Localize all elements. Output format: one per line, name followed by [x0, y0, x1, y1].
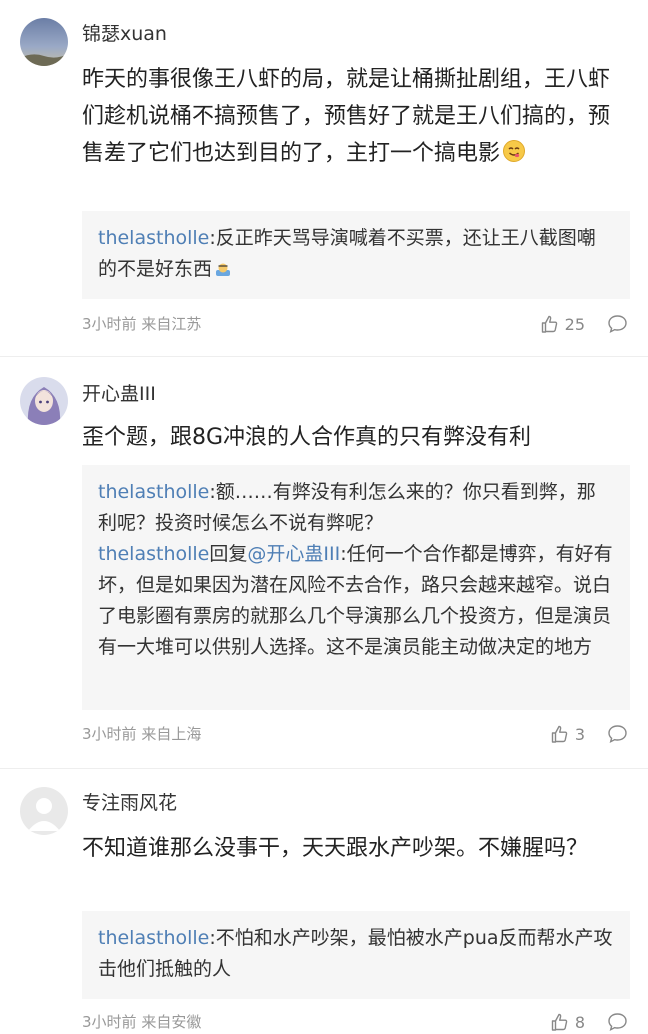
- thumbs-up-icon: [541, 315, 557, 333]
- yummy-face-emoji-icon: [502, 138, 526, 175]
- timestamp: 3小时前: [82, 725, 137, 743]
- location: 来自安徽: [141, 1013, 202, 1031]
- comment-actions: 25: [540, 312, 628, 336]
- thumbs-up-icon: [551, 1013, 568, 1031]
- reply-box[interactable]: thelastholle:反正昨天骂导演喊着不买票，还让王八截图嘲的不是好东西: [82, 211, 630, 299]
- reply-item[interactable]: thelastholle回复@开心蛊III:任何一个合作都是博弈，有好有坏，但是…: [98, 539, 614, 663]
- comment-actions: 3: [550, 722, 628, 746]
- reply-box[interactable]: thelastholle:不怕和水产吵架，最怕被水产pua反而帮水产攻击他们抵触…: [82, 911, 630, 999]
- like-button[interactable]: 3: [550, 724, 585, 744]
- comment-bubble-icon[interactable]: [607, 724, 628, 744]
- username[interactable]: 开心蛊III: [82, 381, 156, 407]
- comment-text: 歪个题，跟8G冲浪的人合作真的只有弊没有利: [82, 425, 532, 450]
- like-button[interactable]: 25: [540, 314, 585, 334]
- comment-bubble-icon[interactable]: [607, 314, 628, 334]
- reply-username[interactable]: thelastholle: [98, 543, 209, 565]
- comment-item: 专注雨风花 不知道谁那么没事干，天天跟水产吵架。不嫌腥吗？ thelasthol…: [0, 769, 648, 1032]
- comment-meta: 3小时前 来自江苏: [82, 314, 201, 334]
- username[interactable]: 专注雨风花: [82, 790, 177, 816]
- reply-item[interactable]: thelastholle:反正昨天骂导演喊着不买票，还让王八截图嘲的不是好东西: [98, 223, 614, 288]
- comment-meta: 3小时前 来自安徽: [82, 1012, 201, 1032]
- comment-text: 昨天的事很像王八虾的局，就是让桶撕扯剧组，王八虾们趁机说桶不搞预售了，预售好了就…: [82, 61, 630, 175]
- thumbs-up-icon: [551, 725, 568, 743]
- reply-username[interactable]: thelastholle: [98, 927, 209, 949]
- reply-item[interactable]: thelastholle:不怕和水产吵架，最怕被水产pua反而帮水产攻击他们抵触…: [98, 923, 614, 985]
- like-count: 8: [574, 1012, 585, 1032]
- reply-username[interactable]: thelastholle: [98, 227, 209, 249]
- comment-item: 开心蛊III 歪个题，跟8G冲浪的人合作真的只有弊没有利 thelastholl…: [0, 357, 648, 768]
- like-count: 3: [574, 724, 585, 744]
- avatar[interactable]: [20, 787, 68, 835]
- location: 来自上海: [141, 725, 202, 743]
- reply-box[interactable]: thelastholle:额……有弊没有利怎么来的？你只看到弊，那利呢？投资时候…: [82, 465, 630, 710]
- timestamp: 3小时前: [82, 1013, 137, 1031]
- location: 来自江苏: [141, 315, 202, 333]
- reply-word: 回复: [209, 543, 248, 565]
- comment-bubble-icon[interactable]: [607, 1012, 628, 1032]
- like-count: 25: [564, 314, 585, 334]
- comment-actions: 8: [550, 1010, 628, 1034]
- reply-username[interactable]: thelastholle: [98, 481, 209, 503]
- comment-item: 锦瑟xuan 昨天的事很像王八虾的局，就是让桶撕扯剧组，王八虾们趁机说桶不搞预售…: [0, 0, 648, 357]
- bowing-emoji-icon: [214, 257, 232, 288]
- like-button[interactable]: 8: [550, 1012, 585, 1032]
- reply-item[interactable]: thelastholle:额……有弊没有利怎么来的？你只看到弊，那利呢？投资时候…: [98, 477, 614, 539]
- avatar[interactable]: [20, 18, 68, 66]
- mention-link[interactable]: @开心蛊III: [247, 543, 340, 565]
- avatar[interactable]: [20, 377, 68, 425]
- comment-text: 不知道谁那么没事干，天天跟水产吵架。不嫌腥吗？: [82, 836, 589, 861]
- username[interactable]: 锦瑟xuan: [82, 21, 167, 47]
- comment-meta: 3小时前 来自上海: [82, 724, 201, 744]
- timestamp: 3小时前: [82, 315, 137, 333]
